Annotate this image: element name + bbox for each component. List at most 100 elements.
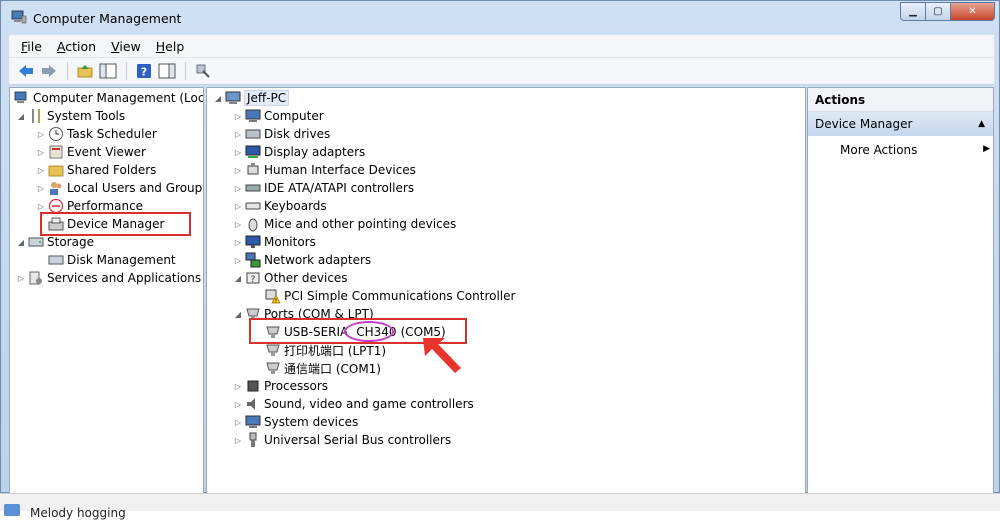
- computer-management-window: Computer Management ▁ ▢ ✕ File Action Vi…: [0, 0, 1000, 494]
- unknown-device-icon: ?: [245, 270, 261, 286]
- collapsed-arrow-icon[interactable]: ▷: [233, 166, 243, 175]
- minimize-button[interactable]: ▁: [900, 2, 926, 21]
- collapsed-arrow-icon[interactable]: ▷: [233, 148, 243, 157]
- device-category-hid[interactable]: ▷ Human Interface Devices: [233, 161, 416, 179]
- app-icon: [4, 504, 20, 516]
- collapsed-arrow-icon[interactable]: ▷: [233, 256, 243, 265]
- speaker-icon: [245, 396, 261, 412]
- device-category-computer[interactable]: ▷ Computer: [233, 107, 324, 125]
- properties-icon[interactable]: [192, 60, 214, 82]
- menu-view[interactable]: View: [111, 39, 141, 54]
- collapsed-arrow-icon[interactable]: ▷: [233, 238, 243, 247]
- collapsed-arrow-icon[interactable]: ▷: [16, 274, 26, 283]
- help-icon[interactable]: ?: [133, 60, 155, 82]
- hid-icon: [245, 162, 261, 178]
- status-text: Melody hogging: [30, 506, 126, 520]
- expanded-arrow-icon[interactable]: ◢: [233, 274, 243, 283]
- device-category-mice[interactable]: ▷ Mice and other pointing devices: [233, 215, 456, 233]
- actions-section-device-manager[interactable]: Device Manager ▲: [808, 112, 993, 136]
- device-category-processors[interactable]: ▷ Processors: [233, 377, 328, 395]
- window-title: Computer Management: [33, 11, 182, 26]
- device-root-jeff-pc[interactable]: ◢ Jeff-PC: [213, 89, 290, 107]
- device-category-other[interactable]: ◢ ? Other devices: [233, 269, 348, 287]
- device-category-system-devices[interactable]: ▷ System devices: [233, 413, 358, 431]
- svg-text:?: ?: [141, 66, 147, 79]
- tree-item-event-viewer[interactable]: ▷ Event Viewer: [36, 143, 146, 161]
- device-category-network[interactable]: ▷ Network adapters: [233, 251, 371, 269]
- collapsed-arrow-icon[interactable]: ▷: [233, 220, 243, 229]
- tree-item-system-tools[interactable]: ◢ System Tools: [16, 107, 125, 125]
- red-pointer-arrow: [423, 338, 461, 373]
- collapsed-arrow-icon[interactable]: ▷: [233, 400, 243, 409]
- toolbar: ?: [9, 57, 994, 85]
- users-icon: [48, 180, 64, 196]
- collapsed-arrow-icon[interactable]: ▷: [233, 382, 243, 391]
- expanded-arrow-icon[interactable]: ◢: [16, 112, 26, 121]
- menu-help[interactable]: Help: [156, 39, 185, 54]
- console-tree-pane: Computer Management (Local ◢ System Tool…: [9, 87, 204, 494]
- collapsed-arrow-icon[interactable]: ▷: [233, 436, 243, 445]
- title-bar[interactable]: Computer Management ▁ ▢ ✕: [1, 1, 999, 34]
- collapsed-arrow-icon[interactable]: ▷: [36, 202, 46, 211]
- device-category-usb[interactable]: ▷ Universal Serial Bus controllers: [233, 431, 451, 449]
- device-category-sound[interactable]: ▷ Sound, video and game controllers: [233, 395, 474, 413]
- collapsed-arrow-icon[interactable]: ▷: [36, 166, 46, 175]
- services-icon: [28, 270, 44, 286]
- ch340-highlight-oval: [344, 321, 394, 342]
- port-icon: [265, 342, 281, 358]
- tree-item-storage[interactable]: ◢ Storage: [16, 233, 94, 251]
- collapsed-arrow-icon[interactable]: ▷: [233, 202, 243, 211]
- menu-action[interactable]: Action: [57, 39, 96, 54]
- menu-file[interactable]: File: [21, 39, 42, 54]
- actions-header: Actions: [808, 88, 993, 112]
- collapsed-arrow-icon[interactable]: ▷: [36, 148, 46, 157]
- close-button[interactable]: ✕: [951, 2, 995, 21]
- computer-management-icon: [11, 10, 27, 24]
- computer-icon: [245, 108, 261, 124]
- usb-icon: [245, 432, 261, 448]
- storage-icon: [28, 234, 44, 250]
- device-lpt1[interactable]: 打印机端口 (LPT1): [263, 341, 386, 359]
- expanded-arrow-icon[interactable]: ◢: [213, 94, 223, 103]
- clock-icon: [48, 126, 64, 142]
- maximize-button[interactable]: ▢: [926, 2, 951, 21]
- show-hide-tree-icon[interactable]: [97, 60, 119, 82]
- device-category-disk-drives[interactable]: ▷ Disk drives: [233, 125, 330, 143]
- tools-icon: [28, 108, 44, 124]
- computer-icon: [225, 90, 241, 106]
- tree-item-task-scheduler[interactable]: ▷ Task Scheduler: [36, 125, 157, 143]
- collapsed-arrow-icon[interactable]: ▷: [233, 130, 243, 139]
- tree-item-local-users[interactable]: ▷ Local Users and Groups: [36, 179, 203, 197]
- device-category-monitors[interactable]: ▷ Monitors: [233, 233, 316, 251]
- computer-management-icon: [14, 90, 30, 106]
- device-category-display-adapters[interactable]: ▷ Display adapters: [233, 143, 365, 161]
- menu-bar: File Action View Help: [9, 35, 994, 57]
- console-tree-icon[interactable]: [156, 60, 178, 82]
- collapsed-arrow-icon[interactable]: ▷: [233, 112, 243, 121]
- submenu-arrow-icon: ▶: [983, 144, 990, 154]
- device-category-keyboards[interactable]: ▷ Keyboards: [233, 197, 327, 215]
- forward-arrow-icon[interactable]: [38, 60, 60, 82]
- event-viewer-icon: [48, 144, 64, 160]
- collapsed-arrow-icon[interactable]: ▷: [233, 418, 243, 427]
- more-actions-item[interactable]: More Actions ▶: [840, 143, 990, 157]
- svg-text:!: !: [275, 298, 277, 305]
- device-com1[interactable]: 通信端口 (COM1): [263, 359, 381, 377]
- collapse-triangle-icon[interactable]: ▲: [978, 119, 985, 129]
- collapsed-arrow-icon[interactable]: ▷: [36, 130, 46, 139]
- device-category-ide[interactable]: ▷ IDE ATA/ATAPI controllers: [233, 179, 414, 197]
- tree-item-computer-management[interactable]: Computer Management (Local: [12, 89, 203, 107]
- ide-controller-icon: [245, 180, 261, 196]
- expanded-arrow-icon[interactable]: ◢: [16, 238, 26, 247]
- collapsed-arrow-icon[interactable]: ▷: [233, 184, 243, 193]
- tree-item-shared-folders[interactable]: ▷ Shared Folders: [36, 161, 156, 179]
- expanded-arrow-icon[interactable]: ◢: [233, 310, 243, 319]
- collapsed-arrow-icon[interactable]: ▷: [36, 184, 46, 193]
- device-pci-simple-comm[interactable]: ! PCI Simple Communications Controller: [263, 287, 515, 305]
- tree-item-services[interactable]: ▷ Services and Applications: [16, 269, 201, 287]
- port-icon: [265, 360, 281, 376]
- warning-device-icon: !: [265, 288, 281, 304]
- tree-item-disk-management[interactable]: Disk Management: [46, 251, 176, 269]
- up-folder-icon[interactable]: [74, 60, 96, 82]
- back-arrow-icon[interactable]: [15, 60, 37, 82]
